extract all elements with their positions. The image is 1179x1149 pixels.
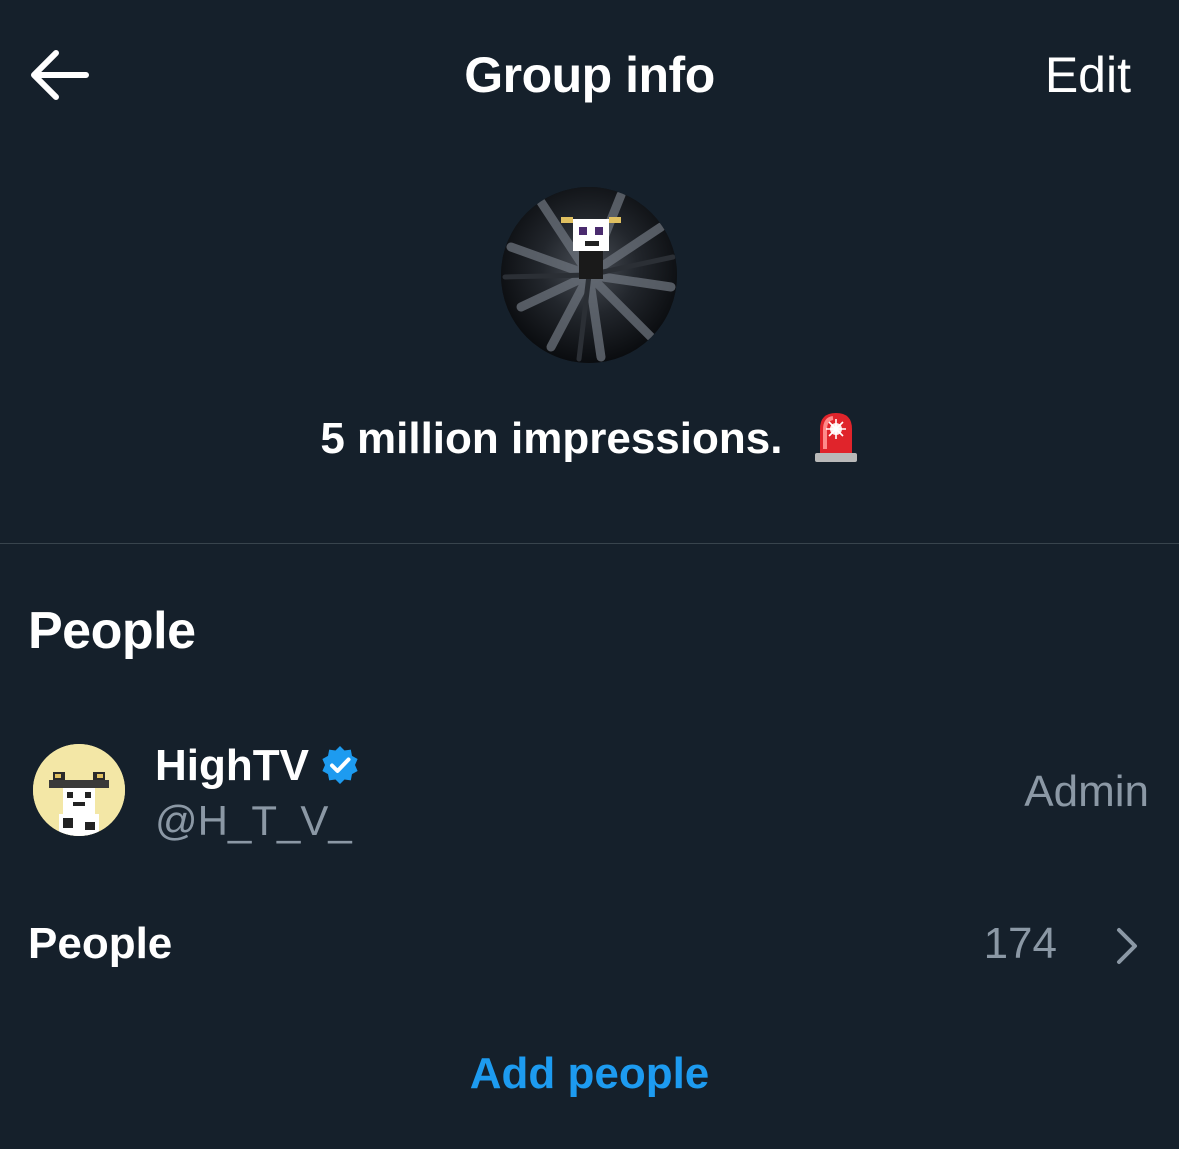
verified-badge-icon bbox=[319, 744, 361, 786]
people-row-label: People bbox=[28, 919, 173, 968]
member-role: Admin bbox=[1024, 767, 1149, 816]
group-name: 5 million impressions. bbox=[0, 406, 1179, 472]
member-handle: @H_T_V_ bbox=[155, 797, 352, 844]
member-row[interactable]: HighTV @H_T_V_ Admin bbox=[0, 728, 1179, 848]
member-name-text: HighTV bbox=[155, 741, 309, 790]
people-section-heading: People bbox=[28, 602, 196, 660]
edit-button[interactable]: Edit bbox=[1045, 44, 1131, 106]
group-avatar[interactable] bbox=[501, 187, 677, 363]
section-divider bbox=[0, 543, 1179, 544]
police-light-icon bbox=[813, 409, 859, 463]
people-count: 174 bbox=[983, 919, 1057, 968]
page-title: Group info bbox=[464, 47, 715, 103]
avatar bbox=[33, 744, 125, 836]
group-name-text: 5 million impressions. bbox=[320, 414, 783, 463]
chevron-right-icon bbox=[1117, 928, 1137, 964]
member-name: HighTV bbox=[155, 738, 361, 794]
add-people-button[interactable]: Add people bbox=[0, 1044, 1179, 1104]
people-count-row[interactable]: People 174 bbox=[0, 906, 1179, 982]
top-bar: Group info Edit bbox=[0, 0, 1179, 150]
group-avatar-image bbox=[501, 187, 677, 363]
